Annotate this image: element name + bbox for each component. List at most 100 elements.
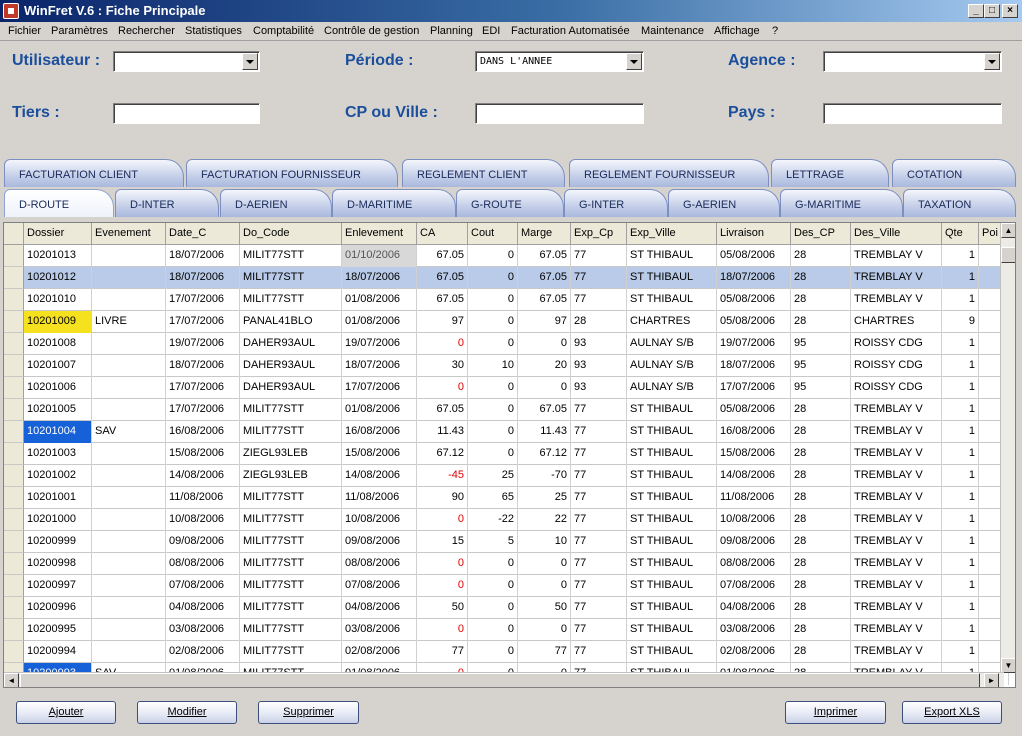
cell-livraison[interactable]: 02/08/2006	[717, 641, 791, 663]
cell-evenement[interactable]	[92, 399, 166, 421]
cell-date-c[interactable]: 17/07/2006	[166, 399, 240, 421]
cell-enlevement[interactable]: 01/08/2006	[342, 311, 417, 333]
cell-dossier[interactable]: 10201012	[24, 267, 92, 289]
menu-fichier[interactable]: Fichier	[8, 25, 41, 37]
cell-date-c[interactable]: 14/08/2006	[166, 465, 240, 487]
cell-livraison[interactable]: 05/08/2006	[717, 311, 791, 333]
cell-date-c[interactable]: 02/08/2006	[166, 641, 240, 663]
cell-do-code[interactable]: DAHER93AUL	[240, 355, 342, 377]
maximize-button[interactable]: □	[984, 4, 1000, 18]
table-row[interactable]: 10201008 19/07/2006 DAHER93AUL 19/07/2006 0 0…	[24, 333, 1009, 355]
cell-exp-cp[interactable]: 77	[571, 245, 627, 267]
table-row[interactable]: 10201007 18/07/2006 DAHER93AUL 18/07/2006 30…	[24, 355, 1009, 377]
cell-exp-cp[interactable]: 93	[571, 355, 627, 377]
row-selector[interactable]	[4, 355, 24, 377]
cell-ca[interactable]: 77	[417, 641, 468, 663]
cell-des-ville[interactable]: TREMBLAY V	[851, 421, 942, 443]
cell-cout[interactable]: 0	[468, 289, 518, 311]
cell-des-ville[interactable]: TREMBLAY V	[851, 245, 942, 267]
cell-des-cp[interactable]: 28	[791, 531, 851, 553]
cell-qte[interactable]: 1	[942, 377, 979, 399]
cell-des-cp[interactable]: 28	[791, 619, 851, 641]
cell-exp-ville[interactable]: ST THIBAUL	[627, 465, 717, 487]
cell-enlevement[interactable]: 10/08/2006	[342, 509, 417, 531]
cell-ca[interactable]: 97	[417, 311, 468, 333]
scroll-left-icon[interactable]: ◄	[4, 673, 19, 687]
cell-livraison[interactable]: 03/08/2006	[717, 619, 791, 641]
menu-facturation-automatisee[interactable]: Facturation Automatisée	[511, 25, 630, 37]
cell-cout[interactable]: 0	[468, 421, 518, 443]
row-selector[interactable]	[4, 311, 24, 333]
cell-exp-ville[interactable]: ST THIBAUL	[627, 399, 717, 421]
dossier-grid[interactable]: Dossier Evenement Date_C Do_Code Enlevement C…	[3, 222, 1016, 688]
cell-enlevement[interactable]: 03/08/2006	[342, 619, 417, 641]
cell-qte[interactable]: 1	[942, 553, 979, 575]
cell-dossier[interactable]: 10201006	[24, 377, 92, 399]
cell-dossier[interactable]: 10200998	[24, 553, 92, 575]
cell-qte[interactable]: 1	[942, 443, 979, 465]
cell-livraison[interactable]: 15/08/2006	[717, 443, 791, 465]
cell-des-cp[interactable]: 28	[791, 509, 851, 531]
cell-cout[interactable]: 0	[468, 311, 518, 333]
cell-evenement[interactable]	[92, 509, 166, 531]
cell-evenement[interactable]	[92, 267, 166, 289]
cell-des-cp[interactable]: 28	[791, 443, 851, 465]
cell-dossier[interactable]: 10201000	[24, 509, 92, 531]
column-header-qte[interactable]: Qte	[942, 223, 979, 245]
cell-ca[interactable]: 0	[417, 553, 468, 575]
cell-exp-cp[interactable]: 77	[571, 531, 627, 553]
cell-cout[interactable]: 0	[468, 575, 518, 597]
table-row[interactable]: 10201013 18/07/2006 MILIT77STT 01/10/2006 67…	[24, 245, 1009, 267]
column-header-ca[interactable]: CA	[417, 223, 468, 245]
cell-ca[interactable]: 67.05	[417, 399, 468, 421]
table-row[interactable]: 10201002 14/08/2006 ZIEGL93LEB 14/08/2006 -4…	[24, 465, 1009, 487]
cell-marge[interactable]: 67.05	[518, 245, 571, 267]
cell-date-c[interactable]: 04/08/2006	[166, 597, 240, 619]
cell-evenement[interactable]: LIVRE	[92, 311, 166, 333]
cell-enlevement[interactable]: 18/07/2006	[342, 267, 417, 289]
cell-livraison[interactable]: 17/07/2006	[717, 377, 791, 399]
cell-exp-cp[interactable]: 77	[571, 465, 627, 487]
column-header-livraison[interactable]: Livraison	[717, 223, 791, 245]
cell-ca[interactable]: 67.05	[417, 245, 468, 267]
cell-ca[interactable]: 0	[417, 619, 468, 641]
cell-qte[interactable]: 1	[942, 245, 979, 267]
cell-ca[interactable]: 0	[417, 575, 468, 597]
row-selector[interactable]	[4, 443, 24, 465]
cell-date-c[interactable]: 15/08/2006	[166, 443, 240, 465]
cell-exp-cp[interactable]: 28	[571, 311, 627, 333]
cell-exp-ville[interactable]: AULNAY S/B	[627, 333, 717, 355]
tab-reglement-client[interactable]: REGLEMENT CLIENT	[402, 159, 565, 187]
cell-marge[interactable]: 67.05	[518, 399, 571, 421]
cell-do-code[interactable]: ZIEGL93LEB	[240, 465, 342, 487]
cell-do-code[interactable]: MILIT77STT	[240, 531, 342, 553]
cell-des-cp[interactable]: 95	[791, 333, 851, 355]
cell-exp-ville[interactable]: ST THIBAUL	[627, 443, 717, 465]
table-row[interactable]: 10201001 11/08/2006 MILIT77STT 11/08/2006 90…	[24, 487, 1009, 509]
cell-des-cp[interactable]: 28	[791, 553, 851, 575]
cell-des-cp[interactable]: 28	[791, 399, 851, 421]
cell-marge[interactable]: 0	[518, 377, 571, 399]
chevron-down-icon[interactable]	[242, 53, 258, 70]
cell-marge[interactable]: 97	[518, 311, 571, 333]
cell-cout[interactable]: -22	[468, 509, 518, 531]
cell-des-cp[interactable]: 28	[791, 641, 851, 663]
cell-do-code[interactable]: DAHER93AUL	[240, 377, 342, 399]
cell-des-cp[interactable]: 28	[791, 487, 851, 509]
row-selector[interactable]	[4, 399, 24, 421]
cell-marge[interactable]: 10	[518, 531, 571, 553]
cell-livraison[interactable]: 05/08/2006	[717, 289, 791, 311]
vertical-scrollbar[interactable]: ▲ ▼	[1000, 223, 1015, 673]
cell-livraison[interactable]: 16/08/2006	[717, 421, 791, 443]
tab-d-route[interactable]: D-ROUTE	[4, 189, 114, 217]
cell-evenement[interactable]	[92, 443, 166, 465]
cell-cout[interactable]: 0	[468, 597, 518, 619]
cell-enlevement[interactable]: 08/08/2006	[342, 553, 417, 575]
cell-evenement[interactable]	[92, 597, 166, 619]
cell-enlevement[interactable]: 14/08/2006	[342, 465, 417, 487]
modifier-button[interactable]: Modifier	[137, 701, 237, 724]
cell-des-cp[interactable]: 28	[791, 597, 851, 619]
periode-combo[interactable]: DANS L'ANNEE	[475, 51, 644, 72]
table-row[interactable]: 10201009 LIVRE 17/07/2006 PANAL41BLO 01/08/2…	[24, 311, 1009, 333]
cell-enlevement[interactable]: 16/08/2006	[342, 421, 417, 443]
